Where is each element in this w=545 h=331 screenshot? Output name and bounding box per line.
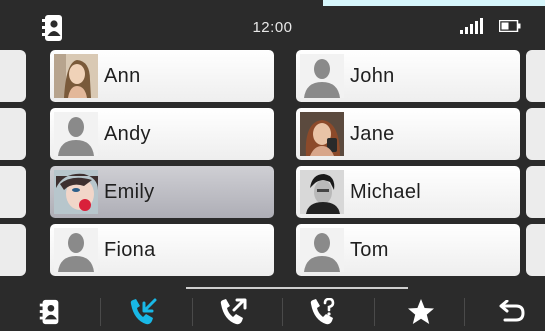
- avatar-placeholder-icon: [54, 228, 98, 272]
- contact-name: Fiona: [104, 239, 156, 261]
- side-tab-left: [0, 50, 26, 102]
- missed-call-icon: [310, 297, 335, 324]
- nav-outgoing-calls-button[interactable]: [188, 292, 278, 331]
- side-tab-right: [526, 224, 545, 276]
- star-icon: [408, 298, 434, 324]
- nav-incoming-calls-button[interactable]: [98, 292, 188, 331]
- contact-card-emily[interactable]: Emily: [50, 166, 274, 218]
- contact-card-fiona[interactable]: Fiona: [50, 224, 274, 276]
- side-tab-right: [526, 50, 545, 102]
- side-tab-right: [526, 166, 545, 218]
- nav-separator: [464, 298, 465, 326]
- contact-card-tom[interactable]: Tom: [296, 224, 520, 276]
- avatar-placeholder-icon: [300, 54, 344, 98]
- contact-card-john[interactable]: John: [296, 50, 520, 102]
- outgoing-call-icon: [220, 298, 247, 324]
- contact-photo: [300, 170, 344, 214]
- side-tab-left: [0, 224, 26, 276]
- side-tab-left: [0, 108, 26, 160]
- back-icon: [499, 299, 525, 321]
- nav-favorites-button[interactable]: [376, 292, 466, 331]
- contact-name: John: [350, 65, 395, 87]
- avatar-placeholder-icon: [300, 228, 344, 272]
- contact-name: Emily: [104, 181, 155, 203]
- contact-photo: [54, 170, 98, 214]
- avatar-placeholder-icon: [54, 112, 98, 156]
- contact-name: Andy: [104, 123, 151, 145]
- contact-name: Ann: [104, 65, 141, 87]
- side-tab-left: [0, 166, 26, 218]
- phone-screen: 12:00 Ann Andy Emily Fiona John Jane Mic…: [0, 0, 545, 331]
- side-tab-right: [526, 108, 545, 160]
- nav-contacts-button[interactable]: [5, 292, 95, 331]
- corner-highlight: [323, 0, 545, 6]
- contact-photo: [54, 54, 98, 98]
- bottom-nav: [0, 292, 545, 331]
- contact-name: Tom: [350, 239, 389, 261]
- contact-card-andy[interactable]: Andy: [50, 108, 274, 160]
- contact-name: Michael: [350, 181, 422, 203]
- nav-back-button[interactable]: [466, 292, 545, 331]
- active-tab-indicator: [186, 287, 408, 289]
- contact-card-jane[interactable]: Jane: [296, 108, 520, 160]
- battery-icon: [499, 20, 521, 32]
- contact-name: Jane: [350, 123, 395, 145]
- contact-photo: [300, 112, 344, 156]
- status-bar: 12:00: [0, 8, 545, 46]
- contact-card-michael[interactable]: Michael: [296, 166, 520, 218]
- signal-icon: [460, 18, 483, 34]
- nav-separator: [374, 298, 375, 326]
- contact-card-ann[interactable]: Ann: [50, 50, 274, 102]
- incoming-call-icon: [130, 298, 157, 324]
- contacts-icon: [39, 299, 59, 324]
- nav-missed-calls-button[interactable]: [278, 292, 368, 331]
